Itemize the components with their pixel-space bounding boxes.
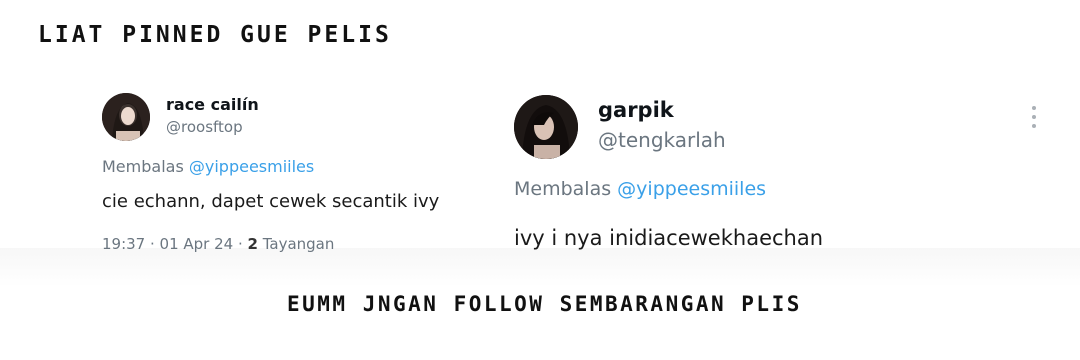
reply-tweet-2[interactable]: garpik @tengkarlah Membalas @yippeesmiil… [512,92,1062,262]
reply-mention-link[interactable]: @yippeesmiiles [189,157,314,176]
tweet-text: ivy i nya inidiacewekhaechan [514,226,824,250]
views-label: Tayangan [257,235,335,253]
reply-to-line: Membalas @yippeesmiiles [102,157,314,176]
display-name[interactable]: race cailín [166,95,259,114]
reply-prefix: Membalas [514,178,612,200]
display-name[interactable]: garpik [598,98,674,122]
reply-prefix: Membalas [102,157,184,176]
user-handle[interactable]: @tengkarlah [598,128,726,152]
avatar-photo [102,93,150,141]
avatar-photo [514,95,578,159]
bottom-caption: EUMM JNGAN FOLLOW SEMBARANGAN PLiS [287,292,802,316]
views-count: 2 [247,235,258,253]
timestamp[interactable]: 19:37 · 01 Apr 24 · [102,235,248,253]
avatar[interactable] [514,95,578,159]
more-vertical-icon[interactable] [1030,106,1038,132]
reply-mention-link[interactable]: @yippeesmiiles [617,178,766,200]
top-caption: LiAT PiNNED GUE PELiS [38,22,392,48]
tweet-meta: 19:37 · 01 Apr 24 · 2 Tayangan [102,235,334,253]
user-handle[interactable]: @roosftop [166,118,243,136]
reply-to-line: Membalas @yippeesmiiles [514,178,766,200]
reply-tweet-1[interactable]: race cailín @roosftop Membalas @yippeesm… [100,90,490,260]
tweet-text: cie echann, dapet cewek secantik ivy [102,191,440,212]
avatar[interactable] [102,93,150,141]
